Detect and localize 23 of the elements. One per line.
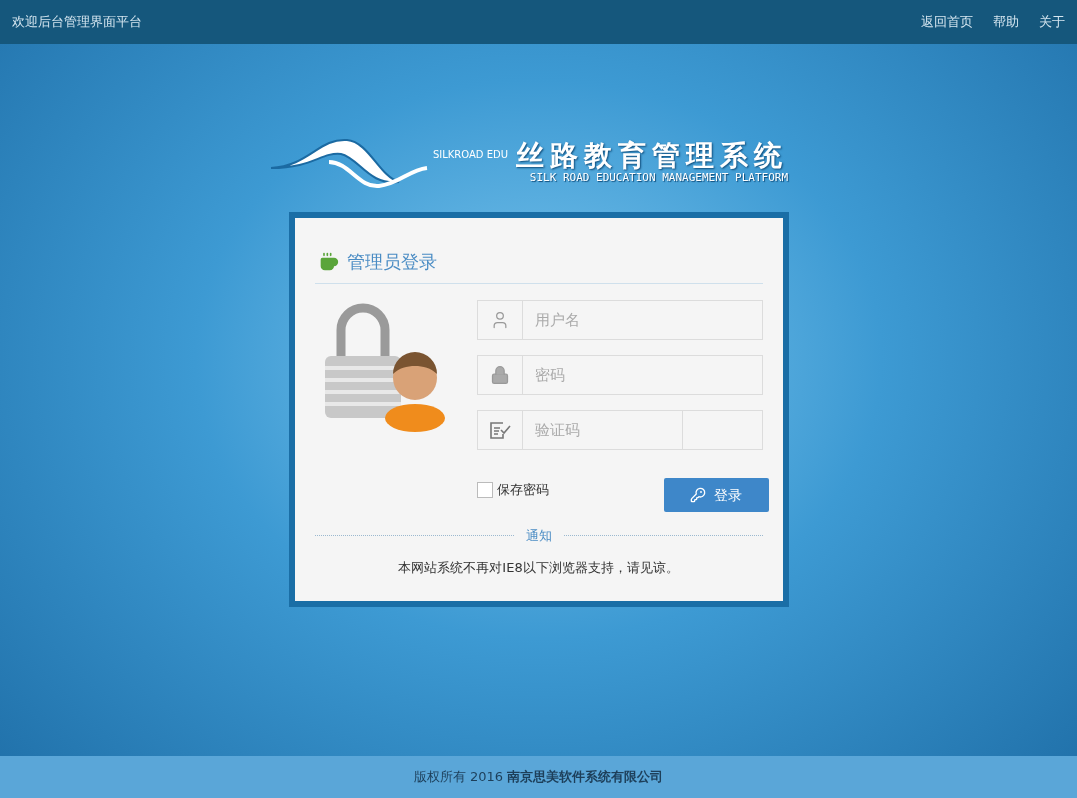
- input-field[interactable]: 验证码: [476, 410, 763, 450]
- key-icon: [690, 487, 706, 503]
- lock-icon: [489, 365, 510, 385]
- logo-tagline: SILKROAD EDU: [432, 147, 509, 162]
- remember-checkbox[interactable]: 保存密码: [476, 480, 549, 500]
- nav-link[interactable]: 帮助: [993, 12, 1019, 32]
- welcome-title: 欢迎后台管理界面平台: [12, 13, 142, 32]
- text-input[interactable]: 用户名: [522, 301, 762, 339]
- cup-icon: [318, 251, 339, 272]
- input-field[interactable]: 密码: [476, 355, 763, 395]
- logo-title: 丝路教育管理系统: [516, 141, 789, 170]
- login-heading: 管理员登录: [346, 250, 437, 274]
- text-input[interactable]: 密码: [522, 356, 762, 394]
- notice-text: 本网站系统不再对IE8以下浏览器支持，请见谅。: [397, 558, 680, 577]
- input-field[interactable]: 用户名: [476, 300, 763, 340]
- notice-label: 通知: [525, 527, 552, 545]
- text-input[interactable]: 验证码: [522, 411, 682, 449]
- nav-link[interactable]: 关于: [1039, 12, 1065, 32]
- nav-link[interactable]: 返回首页: [921, 12, 973, 32]
- login-button[interactable]: 登录: [663, 478, 769, 512]
- logo-subtitle: SILK ROAD EDUCATION MANAGEMENT PLATFORM: [529, 170, 789, 186]
- checklist-icon: [488, 420, 511, 440]
- copyright-text: 版权所有 2016 南京思美软件系统有限公司: [413, 768, 664, 787]
